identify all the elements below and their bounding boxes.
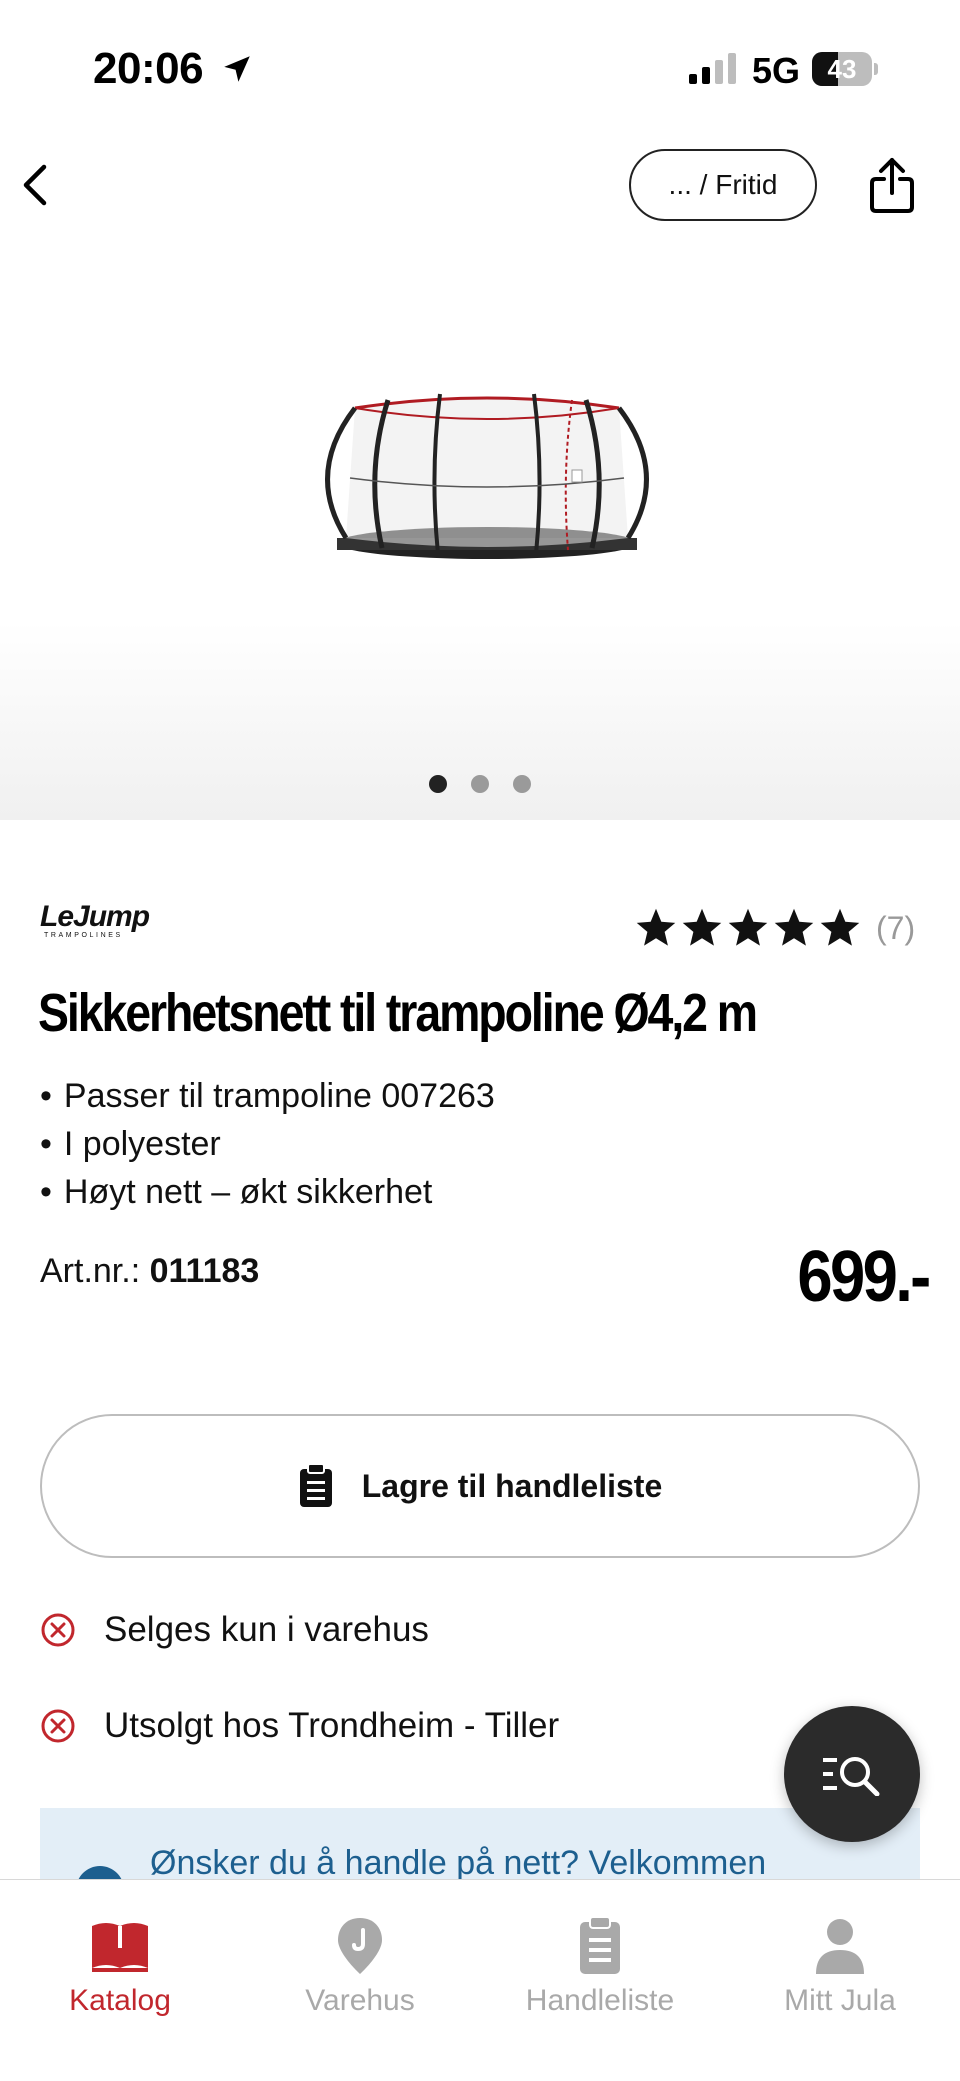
- status-bar: 20:06 5G 43: [0, 0, 960, 140]
- clipboard-icon: [580, 1916, 620, 1974]
- star-icon: [728, 908, 768, 946]
- chevron-left-icon: [23, 164, 47, 206]
- availability-store[interactable]: Utsolgt hos Trondheim - Tiller: [40, 1706, 559, 1746]
- svg-text:TRAMPOLINES: TRAMPOLINES: [44, 932, 123, 939]
- brand-logo[interactable]: LeJump TRAMPOLINES: [40, 900, 170, 940]
- product-image: [325, 393, 649, 559]
- tab-mitt-jula[interactable]: Mitt Jula: [720, 1914, 960, 2034]
- save-to-list-button[interactable]: Lagre til handleliste: [40, 1414, 920, 1558]
- product-features: Passer til trampoline 007263 I polyester…: [40, 1072, 920, 1216]
- webshop-info-banner[interactable]: Ønsker du å handle på nett? Velkommen: [40, 1808, 920, 1882]
- product-price: 699.-: [797, 1237, 931, 1317]
- gallery-pagination: [0, 775, 960, 795]
- star-icon: [820, 908, 860, 946]
- article-number-value: 011183: [149, 1252, 260, 1290]
- search-list-icon: [823, 1757, 880, 1796]
- availability-online: Selges kun i varehus: [40, 1610, 429, 1650]
- x-circle-icon: [41, 1613, 75, 1647]
- tab-label: Handleliste: [525, 1984, 675, 2017]
- store-pin-icon: [338, 1918, 382, 1974]
- star-icon: [636, 908, 676, 946]
- battery-icon: 43: [812, 52, 878, 86]
- tab-varehus[interactable]: Varehus: [240, 1914, 480, 2034]
- webshop-info-text[interactable]: Ønsker du å handle på nett? Velkommen: [150, 1844, 766, 1882]
- back-button[interactable]: [10, 155, 60, 215]
- star-icon: [682, 908, 722, 946]
- feature-item: Høyt nett – økt sikkerhet: [40, 1168, 920, 1216]
- rating[interactable]: (7): [634, 898, 915, 958]
- review-count: (7): [876, 909, 916, 946]
- gallery-dot[interactable]: [471, 775, 489, 793]
- availability-text: Selges kun i varehus: [104, 1610, 429, 1649]
- share-button[interactable]: [862, 150, 922, 222]
- breadcrumb[interactable]: ... / Fritid: [629, 149, 817, 221]
- share-icon: [870, 158, 914, 213]
- tab-handleliste[interactable]: Handleliste: [480, 1914, 720, 2034]
- rating-stars: [634, 906, 862, 950]
- tab-bar: Katalog Varehus Handleliste Mitt Jula: [0, 1879, 960, 2081]
- star-icon: [774, 908, 814, 946]
- article-number: Art.nr.: 011183: [40, 1252, 259, 1291]
- feature-item: I polyester: [40, 1120, 920, 1168]
- battery-level: 43: [827, 54, 857, 84]
- availability-text: Utsolgt hos Trondheim - Tiller: [104, 1706, 560, 1745]
- gallery-dot[interactable]: [513, 775, 531, 793]
- tab-katalog[interactable]: Katalog: [0, 1914, 240, 2034]
- tab-label: Varehus: [305, 1984, 415, 2017]
- location-arrow-icon: [224, 56, 250, 82]
- clipboard-icon: [299, 1463, 332, 1507]
- status-time: 20:06: [93, 44, 204, 93]
- x-circle-icon: [41, 1709, 75, 1743]
- gallery-dot[interactable]: [429, 775, 447, 793]
- tab-label: Mitt Jula: [784, 1984, 896, 2017]
- feature-item: Passer til trampoline 007263: [40, 1072, 920, 1120]
- save-to-list-label: Lagre til handleliste: [361, 1467, 663, 1504]
- product-title: Sikkerhetsnett til trampoline Ø4,2 m: [38, 983, 758, 1043]
- product-image-gallery[interactable]: [0, 238, 960, 820]
- person-icon: [816, 1919, 864, 1974]
- article-number-label: Art.nr.:: [40, 1252, 141, 1290]
- tab-label: Katalog: [69, 1984, 171, 2017]
- svg-text:LeJump: LeJump: [40, 900, 150, 933]
- search-button[interactable]: [784, 1706, 920, 1842]
- book-icon: [92, 1923, 148, 1972]
- network-type: 5G: [752, 50, 801, 91]
- cellular-signal-icon: [689, 53, 736, 84]
